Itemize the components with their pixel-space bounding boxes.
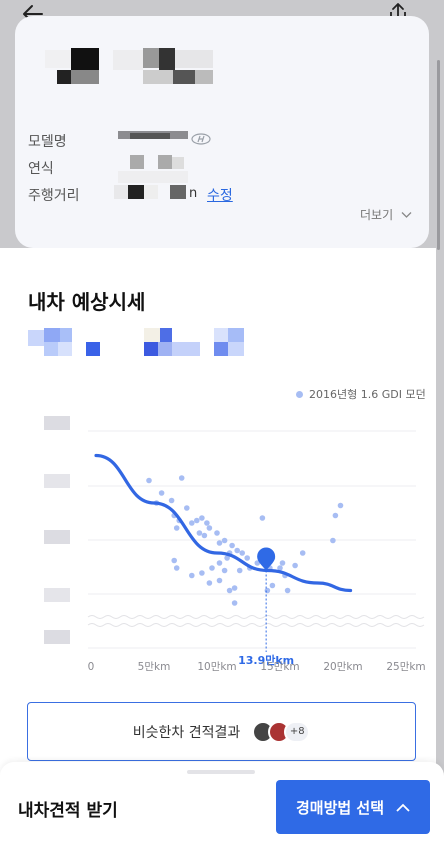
scatter-point bbox=[216, 577, 223, 584]
scatter-point bbox=[234, 547, 240, 554]
scatter-point bbox=[171, 557, 177, 564]
scrollbar[interactable] bbox=[437, 60, 440, 250]
scatter-point bbox=[168, 497, 175, 504]
similar-cars-thumbnails: +8 bbox=[252, 720, 311, 743]
section-title: 내차 예상시세 bbox=[28, 290, 146, 314]
axis-break-line bbox=[87, 615, 425, 619]
scatter-point bbox=[299, 550, 306, 556]
scatter-point bbox=[199, 570, 205, 576]
x-tick-label: 10만km bbox=[197, 661, 236, 673]
y-tick-label-redacted bbox=[44, 630, 70, 644]
scatter-point bbox=[279, 560, 286, 566]
scatter-point bbox=[209, 565, 215, 571]
scatter-point bbox=[337, 502, 344, 509]
scatter-point bbox=[330, 537, 336, 544]
x-tick-label: 0 bbox=[88, 661, 95, 673]
model-label: 모델명 bbox=[28, 134, 67, 150]
scatter-point bbox=[239, 550, 245, 556]
chevron-down-icon bbox=[401, 212, 412, 218]
scatter-point bbox=[173, 525, 180, 531]
mileage-suffix: n bbox=[189, 186, 198, 201]
y-tick-label-redacted bbox=[44, 474, 70, 488]
more-button[interactable]: 더보기 bbox=[360, 206, 412, 223]
scatter-point bbox=[236, 567, 243, 574]
scatter-point bbox=[206, 525, 213, 531]
bottom-sheet: 내차견적 받기 경매방법 선택 bbox=[0, 762, 444, 842]
mileage-label: 주행거리 bbox=[28, 188, 80, 204]
scatter-point bbox=[259, 515, 266, 521]
x-tick-label: 15만km bbox=[260, 661, 299, 673]
scatter-point bbox=[189, 520, 195, 526]
scatter-point bbox=[216, 540, 223, 546]
y-tick-label-redacted bbox=[44, 416, 70, 430]
scatter-point bbox=[201, 532, 208, 539]
edit-mileage-link[interactable]: 수정 bbox=[207, 185, 233, 205]
scatter-point bbox=[229, 542, 235, 549]
scatter-point bbox=[226, 587, 233, 594]
scatter-point bbox=[269, 582, 276, 589]
scatter-point bbox=[178, 475, 185, 481]
scatter-point bbox=[216, 560, 223, 566]
scatter-point bbox=[184, 505, 190, 511]
x-tick-label: 5만km bbox=[138, 661, 171, 673]
scatter-point bbox=[214, 530, 220, 536]
auction-button-label: 경매방법 선택 bbox=[295, 798, 385, 817]
x-tick-label: 20만km bbox=[323, 661, 362, 673]
scatter-point bbox=[204, 520, 210, 526]
similar-cars-button[interactable]: 비슷한차 견적결과 +8 bbox=[27, 702, 416, 761]
scatter-point bbox=[244, 555, 250, 561]
scatter-point bbox=[146, 477, 152, 484]
x-tick-label: 25만km bbox=[386, 661, 425, 673]
scatter-point bbox=[196, 530, 203, 536]
scatter-point bbox=[199, 515, 205, 521]
axis-break-line bbox=[87, 623, 425, 627]
more-count-badge: +8 bbox=[284, 720, 311, 743]
scatter-point bbox=[231, 585, 238, 591]
hyundai-logo-icon bbox=[191, 133, 211, 145]
scatter-point bbox=[158, 490, 165, 496]
y-tick-label-redacted bbox=[44, 588, 70, 602]
scatter-point bbox=[194, 517, 200, 524]
scatter-point bbox=[173, 565, 180, 571]
sheet-handle[interactable] bbox=[187, 770, 255, 774]
scatter-point bbox=[292, 562, 298, 569]
price-chart: 13.9만km0 5만km 10만km 15만km 20만km 25만km bbox=[44, 416, 426, 673]
legend-dot bbox=[296, 390, 303, 398]
scatter-point bbox=[221, 567, 228, 574]
year-label: 연식 bbox=[28, 161, 54, 177]
scatter-point bbox=[206, 580, 213, 586]
scatter-point bbox=[332, 512, 339, 519]
estimate-card: 내차 예상시세 2016년형 1.6 GDI 모던 13.9만km 0 5만km 10… bbox=[0, 248, 436, 842]
y-tick-label-redacted bbox=[44, 530, 70, 544]
more-label: 더보기 bbox=[360, 208, 394, 222]
scatter-point bbox=[231, 600, 238, 606]
auction-method-button[interactable]: 경매방법 선택 bbox=[276, 780, 430, 834]
scatter-point bbox=[189, 572, 195, 579]
scatter-point bbox=[264, 587, 271, 594]
scatter-point bbox=[284, 587, 291, 594]
chevron-up-icon bbox=[396, 803, 410, 812]
similar-cars-label: 비슷한차 견적결과 bbox=[132, 724, 241, 741]
sheet-title: 내차견적 받기 bbox=[18, 801, 118, 821]
scatter-point bbox=[221, 537, 228, 544]
